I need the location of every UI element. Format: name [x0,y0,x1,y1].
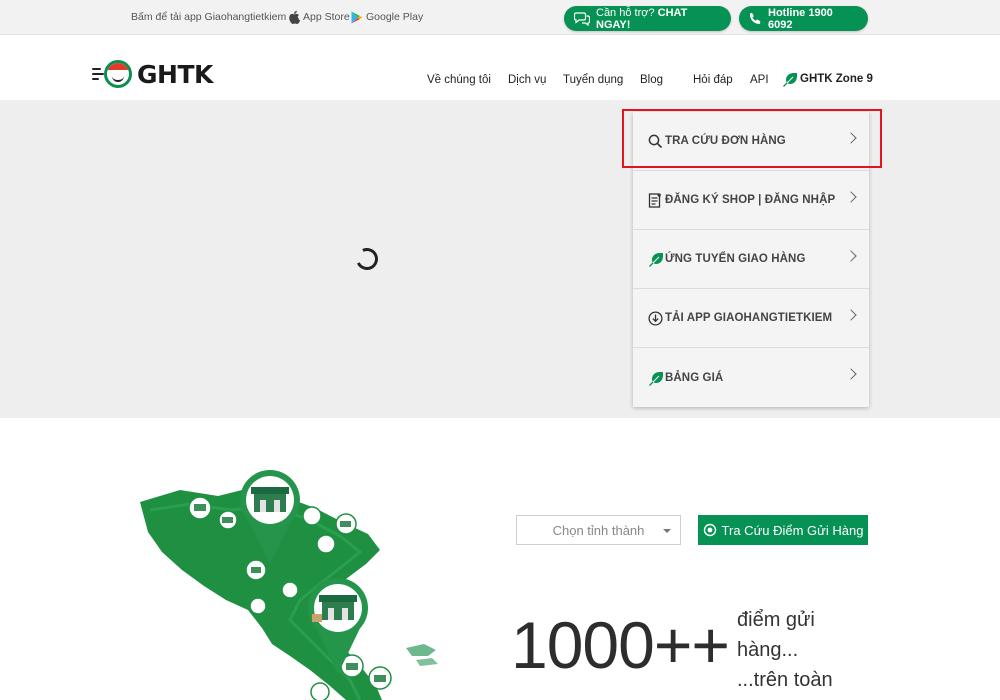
quick-menu-pricing[interactable]: BẢNG GIÁ [633,348,869,407]
search-icon [647,133,663,149]
google-play-icon [351,11,363,23]
top-announcement-bar: Bấm để tải app Giaohangtietkiem : App St… [0,0,1000,35]
chat-support-label: Cần hỗ trợ? CHAT NGAY! [596,6,688,31]
stat-number: 1000++ [511,608,730,682]
quick-menu-label: ỨNG TUYỂN GIAO HÀNG [665,253,806,265]
nav-ghtk-zone-label: GHTK Zone 9 [800,73,873,85]
quick-menu-label: ĐĂNG KÝ SHOP | ĐĂNG NHẬP [665,194,836,206]
location-target-icon [703,523,716,537]
leaf-icon [647,370,663,386]
chat-support-button[interactable]: Cần hỗ trợ? CHAT NGAY! [564,6,731,31]
nav-api[interactable]: API [750,74,769,86]
phone-icon [750,13,761,24]
vietnam-map-illustration [120,460,460,700]
chevron-right-icon [845,191,857,203]
app-store-link[interactable]: App Store [288,8,350,26]
nav-careers[interactable]: Tuyển dụng [563,74,623,86]
caret-down-icon [663,529,671,533]
nav-ghtk-zone[interactable]: GHTK Zone 9 [781,71,873,87]
speed-lines [92,68,104,82]
mascot-icon [104,60,132,88]
hotline-button[interactable]: Hotline 1900 6092 [739,6,868,31]
google-play-label: Google Play [366,11,424,23]
hotline-label: Hotline 1900 6092 [768,6,833,31]
site-header: GHTK Về chúng tôi Dịch vụ Tuyển dụng Blo… [0,35,1000,100]
leaf-icon [783,73,797,87]
chevron-right-icon [845,250,857,262]
nav-services[interactable]: Dịch vụ [508,74,546,86]
quick-menu-label: BẢNG GIÁ [665,371,724,384]
nav-about[interactable]: Về chúng tôi [427,74,491,86]
province-select[interactable]: Chọn tỉnh thành [516,515,681,545]
chat-bubble-icon [574,11,590,26]
stat-caption: điểm gửi hàng... ...trên toàn [737,605,847,695]
chevron-right-icon [845,309,857,321]
nav-blog[interactable]: Blog [640,74,663,86]
app-download-promo: Bấm để tải app Giaohangtietkiem : [131,11,293,23]
document-icon [647,192,663,208]
quick-menu-register-login[interactable]: ĐĂNG KÝ SHOP | ĐĂNG NHẬP [633,171,869,230]
quick-menu-apply-courier[interactable]: ỨNG TUYỂN GIAO HÀNG [633,230,869,289]
chevron-right-icon [845,132,857,144]
stat-caption-line: ...trên toàn [737,669,833,691]
download-icon [647,310,663,326]
nav-faq[interactable]: Hỏi đáp [693,74,733,86]
quick-menu-download-app[interactable]: TẢI APP GIAOHANGTIETKIEM [633,289,869,348]
loading-spinner [352,244,382,274]
quick-action-panel: TRA CỨU ĐƠN HÀNG ĐĂNG KÝ SHOP | ĐĂNG NHẬ… [633,112,869,407]
apple-icon [289,10,300,24]
leaf-icon [647,251,663,267]
quick-menu-label: TẢI APP GIAOHANGTIETKIEM [665,312,833,324]
chevron-right-icon [845,368,857,380]
app-store-label: App Store [303,11,350,23]
lookup-drop-off-label: Tra Cứu Điểm Gửi Hàng [721,522,864,538]
quick-menu-track-order[interactable]: TRA CỨU ĐƠN HÀNG [633,112,869,171]
logo-text: GHTK [137,60,213,89]
quick-menu-label: TRA CỨU ĐƠN HÀNG [665,135,786,147]
stat-caption-line: điểm gửi [737,609,815,631]
google-play-link[interactable]: Google Play [351,8,423,26]
lookup-drop-off-button[interactable]: Tra Cứu Điểm Gửi Hàng [698,515,868,545]
province-select-placeholder: Chọn tỉnh thành [552,522,645,538]
stat-caption-line: hàng... [737,639,799,661]
